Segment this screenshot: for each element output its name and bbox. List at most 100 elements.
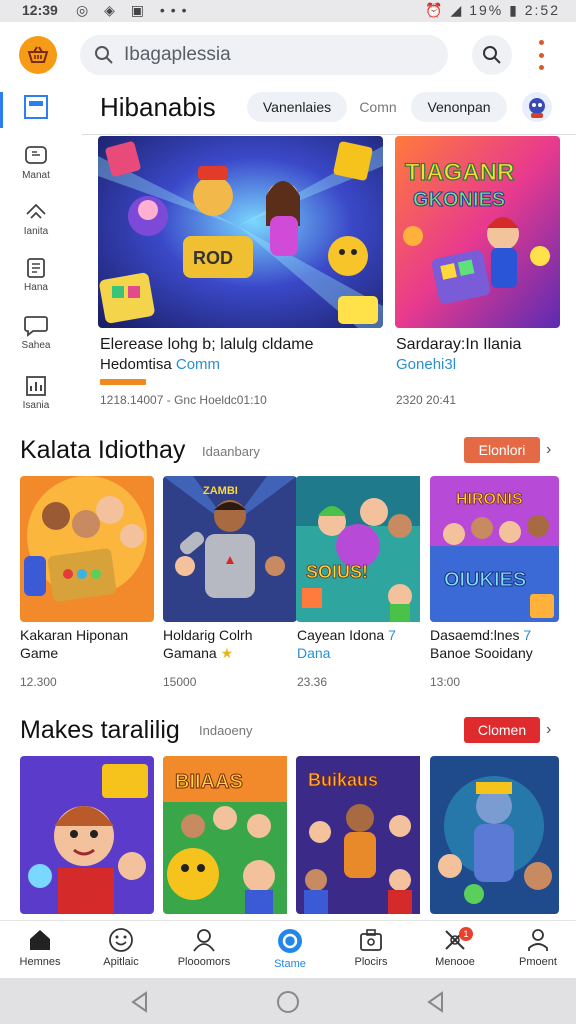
featured-subtitle-text: Hedomtisa	[100, 356, 172, 373]
rail-item-hana[interactable]: Hana	[10, 256, 62, 293]
side-rail: Manat Ianita Hana Sahea Isania	[0, 84, 72, 424]
status-time: 12:39	[22, 2, 58, 18]
back-icon[interactable]	[128, 990, 152, 1014]
rail-item-home[interactable]	[10, 94, 62, 122]
rail-item-isania[interactable]: Isania	[10, 374, 62, 411]
card-title-line1: Holdarig Colrh	[163, 627, 253, 643]
game-card-meta: 12.300	[20, 675, 57, 689]
section-more-button-2[interactable]: Clomen	[464, 717, 540, 743]
section-title-1: Kalata Idiothay	[20, 436, 186, 464]
featured-subtitle-accent[interactable]: Gonehi3l	[396, 356, 456, 373]
signal-icon: ◢	[450, 2, 464, 18]
chip-venonpan[interactable]: Venonpan	[411, 92, 507, 122]
person-icon	[193, 929, 215, 952]
card-title-accent: 7	[388, 627, 396, 643]
svg-text:HIRONIS: HIRONIS	[456, 491, 523, 508]
search-input[interactable]: Ibagaplessia	[80, 35, 448, 75]
search-placeholder: Ibagaplessia	[124, 44, 231, 65]
nav-item-home[interactable]: Hemnes	[4, 927, 76, 968]
svg-text:ROD: ROD	[193, 248, 233, 268]
card-title-line2: Gamana	[163, 645, 217, 661]
featured-game-image-2[interactable]: TIAGANR GKONIES	[395, 136, 560, 328]
more-dot-icon	[538, 65, 544, 70]
nav-item-pmoent[interactable]: Pmoent	[502, 927, 574, 968]
featured-progress-bar	[100, 379, 146, 385]
game-card-meta: 15000	[163, 675, 197, 689]
rail-item-ianita[interactable]: Ianita	[10, 200, 62, 237]
chip-vanenlaies[interactable]: Vanenlaies	[247, 92, 347, 122]
game-art-5	[20, 756, 154, 914]
game-art-6: BIIAAS	[163, 756, 287, 914]
svg-text:GKONIES: GKONIES	[413, 189, 505, 211]
game-card-title[interactable]: Dasaemd:lnes 7 Banoe Sooidany	[430, 626, 570, 662]
nav-item-plooomors[interactable]: Plooomors	[168, 927, 240, 968]
game-art-1	[20, 476, 154, 622]
more-options-button[interactable]	[534, 40, 548, 70]
profile-icon	[528, 929, 548, 951]
home-circle-icon[interactable]	[276, 990, 300, 1014]
rail-label: Hana	[24, 282, 48, 293]
section-more-button-1[interactable]: Elonlori	[464, 437, 540, 463]
svg-text:ZAMBI: ZAMBI	[203, 485, 238, 497]
svg-text:Buikaus: Buikaus	[308, 770, 378, 790]
section-subtitle-1: Idaanbary	[202, 444, 260, 459]
game-card-meta: 23.36	[297, 675, 328, 689]
game-card-image[interactable]	[430, 756, 559, 914]
game-card-title[interactable]: Kakaran Hiponan Game	[20, 626, 160, 662]
featured-subtitle-2: Gonehi3l	[396, 356, 456, 373]
avatar[interactable]	[522, 92, 552, 122]
status-notification-icons: ◎ ◈ ▣ •••	[76, 2, 193, 18]
svg-text:OIUKIES: OIUKIES	[444, 569, 526, 591]
nav-item-stame[interactable]: Stame	[254, 927, 326, 970]
search-button[interactable]	[472, 35, 512, 75]
game-card-image[interactable]	[20, 476, 154, 622]
game-card-image[interactable]: HIRONIS OIUKIES	[430, 476, 559, 622]
card-title-line1: Kakaran Hiponan	[20, 627, 129, 643]
card-title-line2: Banoe Sooidany	[430, 645, 533, 661]
game-card-image[interactable]: BIIAAS	[163, 756, 297, 914]
featured-meta-1: 1218.14007 - Gnc Hoeldc01:10	[100, 393, 267, 407]
more-dot-icon	[538, 40, 544, 45]
nav-item-menooe[interactable]: 1 Menooe	[419, 927, 491, 968]
game-card-image[interactable]: SOIUS!	[296, 476, 430, 622]
status-clock: 2:52	[524, 2, 560, 18]
nav-label: Pmoent	[519, 956, 557, 968]
header-divider	[82, 134, 576, 135]
home-screen-icon	[24, 95, 48, 119]
search-icon	[483, 46, 501, 64]
game-card-title[interactable]: Holdarig Colrh Gamana ★	[163, 626, 303, 662]
chat-icon	[25, 146, 47, 164]
featured-title-1[interactable]: Elerease lohg b; lalulg cldame	[100, 336, 313, 354]
featured-game-image-1[interactable]: ROD	[98, 136, 383, 328]
home-icon	[30, 930, 50, 950]
section-title-2: Makes taralilig	[20, 716, 180, 744]
nav-item-apitlaic[interactable]: Apitlaic	[85, 927, 157, 968]
section-subtitle-2: Indaoeny	[199, 723, 253, 738]
card-title-line2: Game	[20, 645, 59, 661]
game-card-title[interactable]: Cayean Idona 7 Dana	[297, 626, 437, 662]
chip-comn[interactable]: Comn	[350, 92, 406, 122]
recents-icon[interactable]	[424, 990, 448, 1014]
app-logo[interactable]	[19, 36, 57, 74]
game-card-image[interactable]	[20, 756, 154, 914]
nav-item-plocirs[interactable]: Plocirs	[335, 927, 407, 968]
rail-item-manat[interactable]: Manat	[10, 144, 62, 181]
search-icon	[95, 46, 113, 64]
game-card-meta: 13:00	[430, 675, 461, 689]
game-art-4: HIRONIS OIUKIES	[430, 476, 559, 622]
nav-label: Plocirs	[354, 956, 388, 968]
page-title: Hibanabis	[100, 92, 216, 122]
more-dot-icon	[538, 52, 544, 58]
svg-text:TIAGANR: TIAGANR	[405, 159, 514, 186]
chevron-right-icon[interactable]: ›	[546, 721, 551, 739]
game-art-7: Buikaus	[296, 756, 420, 914]
featured-subtitle-accent[interactable]: Comm	[176, 356, 220, 373]
game-card-image[interactable]: ZAMBI	[163, 476, 297, 622]
chevron-right-icon[interactable]: ›	[546, 441, 551, 459]
rail-item-sahea[interactable]: Sahea	[10, 314, 62, 351]
card-title-line1: Dasaemd:lnes	[430, 627, 520, 643]
game-card-image[interactable]: Buikaus	[296, 756, 430, 914]
nav-label: Hemnes	[19, 956, 61, 968]
featured-art-1: ROD	[98, 136, 383, 328]
featured-title-2[interactable]: Sardaray:In Ilania	[396, 336, 521, 354]
